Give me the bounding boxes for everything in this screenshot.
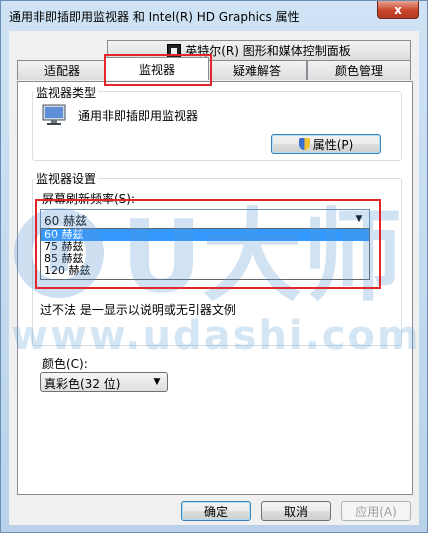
refresh-rate-dropdown[interactable]: 60 赫兹 75 赫兹 85 赫兹 120 赫兹 [40, 228, 370, 280]
tab-adapter-label: 适配器 [43, 64, 80, 78]
refresh-rate-value: 60 赫兹 [44, 214, 88, 228]
ok-button[interactable]: 确定 [181, 501, 251, 521]
chevron-down-icon: ▼ [355, 214, 363, 224]
ok-button-label: 确定 [203, 504, 228, 519]
colors-label: 颜色(C): [42, 357, 88, 371]
tab-adapter[interactable]: 适配器 [17, 60, 107, 80]
colors-value: 真彩色(32 位) [44, 377, 121, 391]
monitor-icon [42, 104, 66, 125]
monitor-type-title: 监视器类型 [34, 84, 99, 101]
refresh-rate-select[interactable]: 60 赫兹 ▼ [40, 209, 370, 229]
monitor-tab-panel: 监视器类型 通用非即插即用监视器 属性(P) 监视器设置 屏幕刷新频率(S): … [17, 81, 413, 495]
cancel-button-label: 取消 [283, 504, 308, 519]
tab-monitor[interactable]: 监视器 [105, 57, 209, 80]
tab-color-management-label: 颜色管理 [334, 64, 383, 78]
tab-color-management[interactable]: 颜色管理 [307, 60, 411, 80]
colors-select[interactable]: 真彩色(32 位) ▼ [40, 372, 168, 392]
obscured-checkbox-text: 过不法 是一显示以说明或无引器文例 [40, 303, 236, 317]
intel-graphics-icon [167, 43, 182, 58]
properties-button-label: 属性(P) [312, 137, 354, 152]
close-button[interactable]: x [377, 1, 419, 19]
monitor-name: 通用非即插即用监视器 [78, 109, 199, 123]
dialog-client: 英特尔(R) 图形和媒体控制面板 适配器 监视器 疑难解答 颜色管理 监视器类型 [9, 31, 419, 525]
close-icon: x [394, 2, 402, 17]
refresh-option-75[interactable]: 75 赫兹 [41, 241, 369, 253]
monitor-settings-title: 监视器设置 [34, 170, 99, 187]
window-title: 通用非即插即用监视器 和 Intel(R) HD Graphics 属性 [9, 9, 300, 24]
title-bar[interactable]: 通用非即插即用监视器 和 Intel(R) HD Graphics 属性 x [1, 1, 427, 31]
tab-troubleshoot-label: 疑难解答 [232, 64, 281, 78]
tab-troubleshoot[interactable]: 疑难解答 [207, 60, 307, 80]
monitor-properties-button[interactable]: 属性(P) [271, 134, 381, 154]
apply-button-label: 应用(A) [355, 504, 397, 519]
tab-intel-label: 英特尔(R) 图形和媒体控制面板 [185, 44, 351, 58]
refresh-rate-label: 屏幕刷新频率(S): [42, 192, 136, 206]
refresh-option-60[interactable]: 60 赫兹 [41, 229, 369, 241]
properties-window: 通用非即插即用监视器 和 Intel(R) HD Graphics 属性 x 英… [0, 0, 428, 533]
refresh-option-120[interactable]: 120 赫兹 [41, 265, 369, 277]
cancel-button[interactable]: 取消 [261, 501, 331, 521]
tab-monitor-label: 监视器 [138, 62, 175, 77]
chevron-down-icon: ▼ [153, 377, 161, 387]
shield-icon [298, 138, 310, 150]
apply-button[interactable]: 应用(A) [341, 501, 411, 521]
